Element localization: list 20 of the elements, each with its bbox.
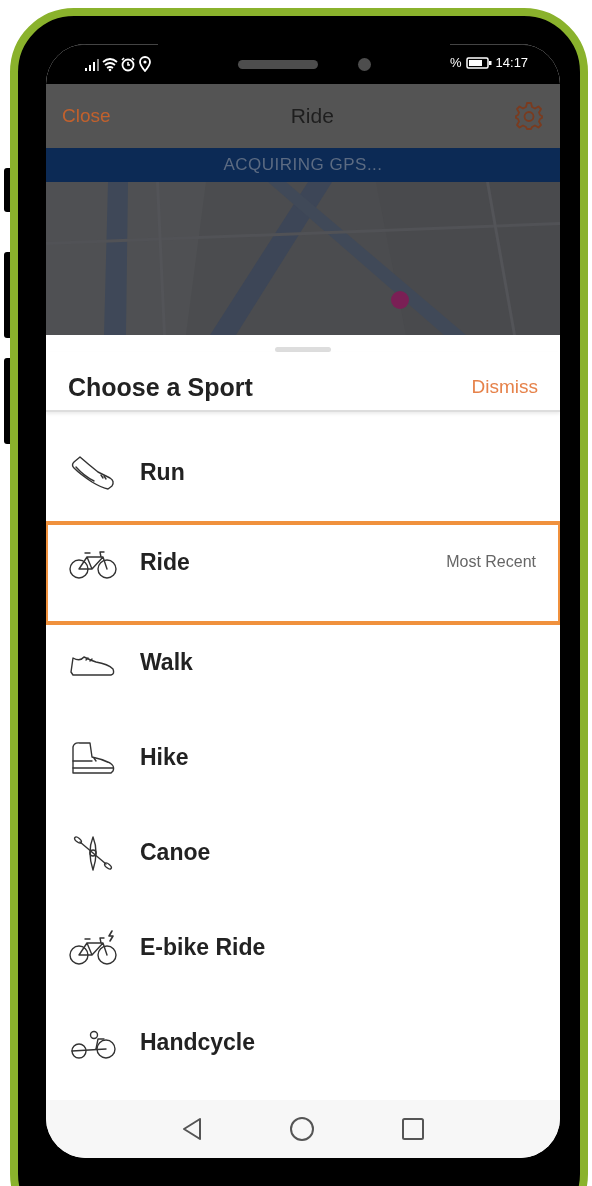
sport-option[interactable]: E-bike Ride (46, 905, 560, 1000)
signal-icon (84, 56, 100, 72)
sport-option[interactable]: Canoe (46, 810, 560, 905)
home-icon[interactable] (289, 1116, 315, 1142)
gps-status-banner: ACQUIRING GPS... (46, 148, 560, 182)
alarm-icon (120, 56, 136, 72)
wifi-icon (102, 56, 118, 72)
status-time: 14:17 (495, 55, 529, 70)
back-icon[interactable] (181, 1117, 203, 1141)
most-recent-label: Most Recent (446, 553, 536, 571)
sport-option[interactable]: Ride Most Recent (46, 521, 560, 625)
sport-option[interactable]: Handcycle (46, 1000, 560, 1095)
battery-icon (465, 56, 492, 69)
sheet-handle[interactable] (275, 347, 331, 352)
location-icon (138, 56, 152, 72)
sheet-title: Choose a Sport (68, 372, 253, 402)
battery-percent: % (450, 55, 462, 70)
electric-bicycle-icon (68, 928, 118, 967)
sport-option[interactable]: Hike (46, 715, 560, 810)
recent-apps-icon[interactable] (401, 1117, 425, 1141)
